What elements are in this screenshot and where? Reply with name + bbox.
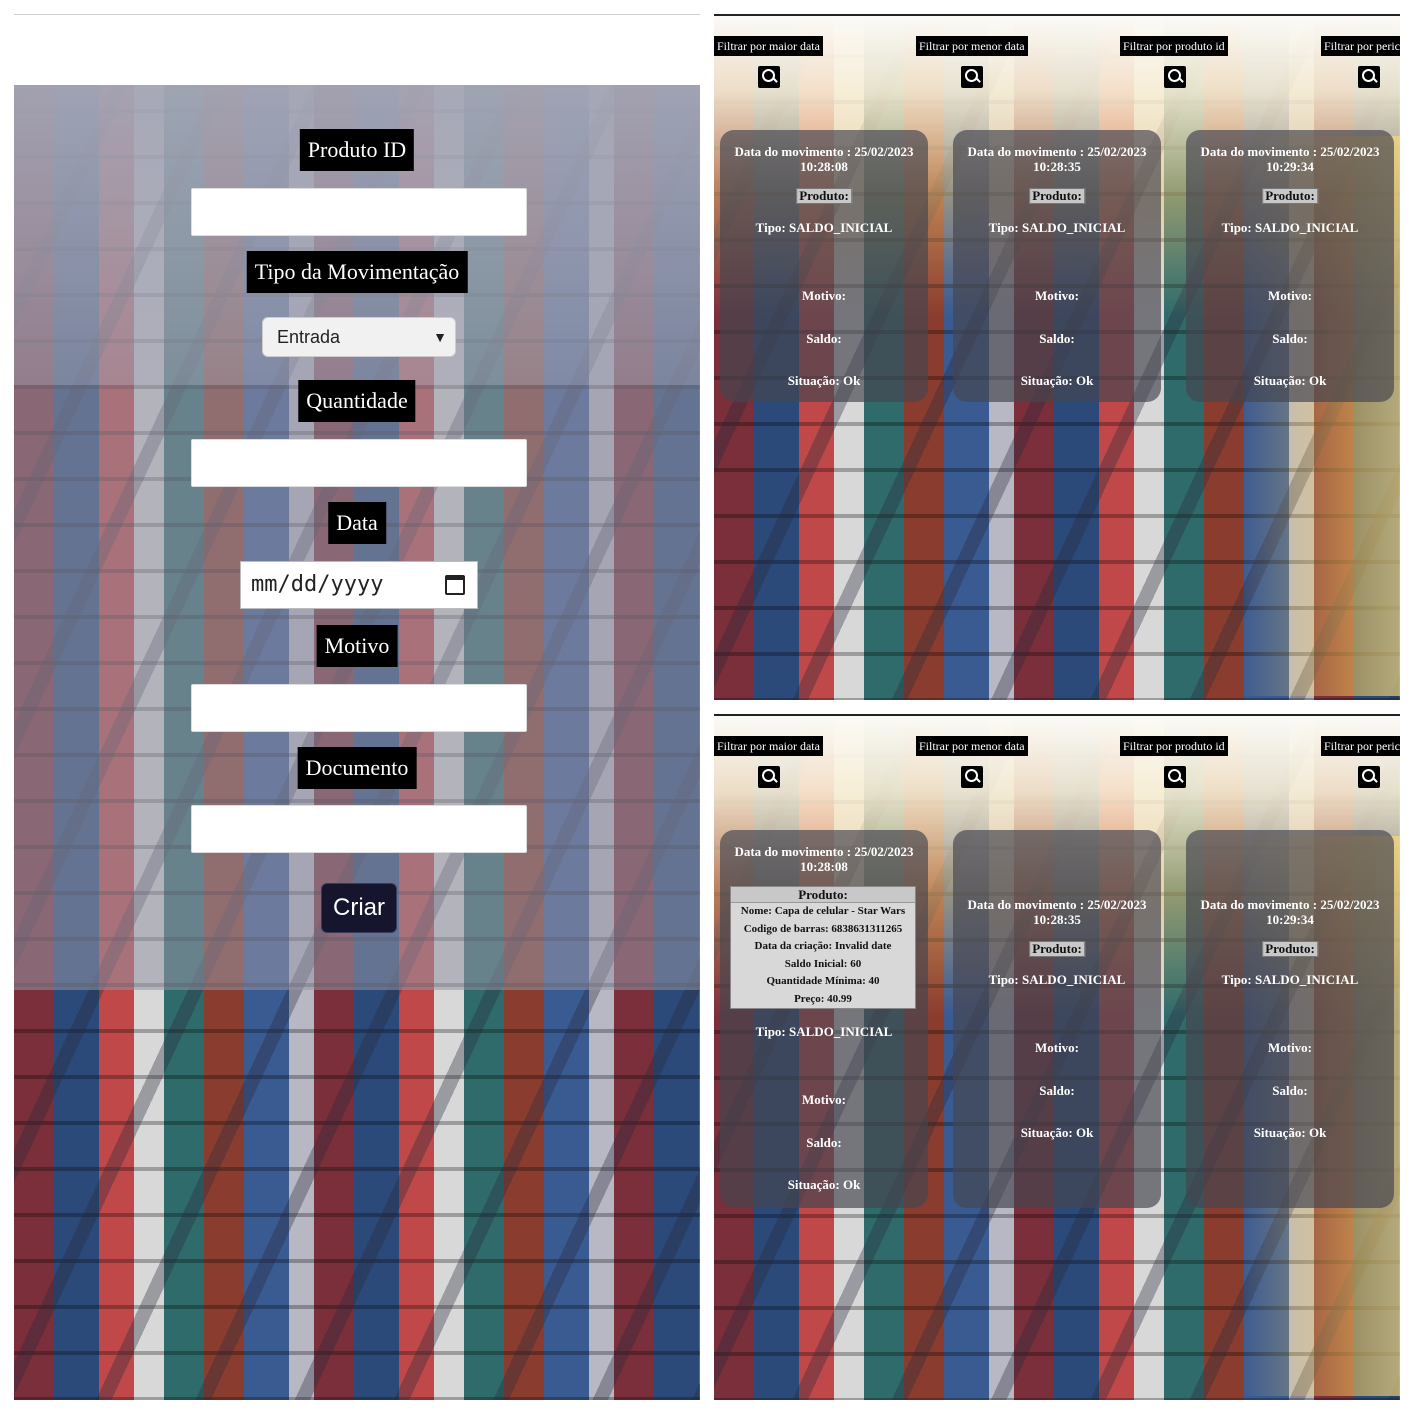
card-situacao: Situação: Ok <box>1020 373 1094 388</box>
card-motivo: Motivo: <box>1034 288 1080 303</box>
card-date: Data do movimento : 25/02/2023 <box>734 844 914 859</box>
produto-data-criacao: Data da criação: Invalid date <box>754 940 892 952</box>
card-date: Data do movimento : 25/02/2023 <box>967 897 1147 912</box>
quantidade-input[interactable] <box>191 439 527 487</box>
card-time: 10:29:34 <box>1266 912 1314 927</box>
produto-id-input[interactable] <box>191 188 527 236</box>
search-icon[interactable] <box>758 766 780 788</box>
movement-card-expanded: Data do movimento : 25/02/2023 10:28:08 … <box>720 830 928 1208</box>
criar-button[interactable]: Criar <box>321 883 397 933</box>
card-motivo: Motivo: <box>801 1092 847 1107</box>
search-icon[interactable] <box>1358 766 1380 788</box>
filter-produto-id-label: Filtrar por produto id <box>1120 36 1228 56</box>
movement-card: Data do movimento : 25/02/2023 10:29:34 … <box>1186 130 1394 402</box>
produto-toggle-button[interactable]: Produto: <box>1029 188 1085 204</box>
movement-card: Data do movimento : 25/02/2023 10:28:08 … <box>720 130 928 402</box>
data-label: Data <box>328 502 386 544</box>
card-saldo: Saldo: <box>1039 1083 1075 1098</box>
card-saldo: Saldo: <box>1039 331 1075 346</box>
card-saldo: Saldo: <box>1272 1083 1308 1098</box>
card-date: Data do movimento : 25/02/2023 <box>967 144 1147 159</box>
card-date: Data do movimento : 25/02/2023 <box>1200 897 1380 912</box>
produto-codigo-barras: Codigo de barras: 6838631311265 <box>743 922 903 935</box>
filter-menor-data-label: Filtrar por menor data <box>916 736 1028 756</box>
card-tipo: Tipo: SALDO_INICIAL <box>1221 972 1359 987</box>
documento-label: Documento <box>297 747 417 789</box>
chevron-down-icon: ▼ <box>433 329 447 345</box>
search-icon[interactable] <box>961 66 983 88</box>
search-icon[interactable] <box>1164 66 1186 88</box>
card-time: 10:29:34 <box>1266 159 1314 174</box>
produto-toggle-button[interactable]: Produto: <box>1262 188 1318 204</box>
tipo-selected-value: Entrada <box>277 327 341 347</box>
card-time: 10:28:35 <box>1033 159 1081 174</box>
produto-toggle-button[interactable]: Produto: <box>1262 941 1318 957</box>
filter-menor-data-label: Filtrar por menor data <box>916 36 1028 56</box>
motivo-label: Motivo <box>316 625 398 667</box>
card-situacao: Situação: Ok <box>787 1177 861 1192</box>
search-icon[interactable] <box>1164 766 1186 788</box>
motivo-input[interactable] <box>191 684 527 732</box>
card-date: Data do movimento : 25/02/2023 <box>1200 144 1380 159</box>
card-saldo: Saldo: <box>1272 331 1308 346</box>
filter-maior-data-label: Filtrar por maior data <box>714 736 823 756</box>
card-motivo: Motivo: <box>1267 288 1313 303</box>
filter-bar: Filtrar por maior data Filtrar por menor… <box>714 716 1400 816</box>
search-icon[interactable] <box>758 66 780 88</box>
quantidade-label: Quantidade <box>298 380 416 422</box>
card-time: 10:28:08 <box>800 859 848 874</box>
card-saldo: Saldo: <box>806 331 842 346</box>
card-time: 10:28:35 <box>1033 912 1081 927</box>
filter-maior-data-label: Filtrar por maior data <box>714 36 823 56</box>
card-situacao: Situação: Ok <box>1253 373 1327 388</box>
movement-card: Data do movimento : 25/02/2023 10:29:34 … <box>1186 830 1394 1208</box>
search-icon[interactable] <box>961 766 983 788</box>
card-tipo: Tipo: SALDO_INICIAL <box>755 1024 893 1039</box>
movement-form: Produto ID Tipo da Movimentação Entrada … <box>14 15 700 1015</box>
data-placeholder: mm/dd/yyyy <box>251 572 384 597</box>
produto-toggle-button[interactable]: Produto: <box>731 887 915 903</box>
card-motivo: Motivo: <box>1034 1040 1080 1055</box>
produto-toggle-button[interactable]: Produto: <box>796 188 852 204</box>
filter-bar: Filtrar por maior data Filtrar por menor… <box>714 16 1400 116</box>
produto-quantidade-minima: Quantidade Mínima: 40 <box>766 975 880 987</box>
card-saldo: Saldo: <box>806 1135 842 1150</box>
movement-list-panel-collapsed: Filtrar por maior data Filtrar por menor… <box>714 14 1400 700</box>
produto-nome: Nome: Capa de celular - Star Wars <box>740 905 906 917</box>
tipo-movimentacao-select[interactable]: Entrada ▼ <box>262 317 456 357</box>
produto-saldo-inicial: Saldo Inicial: 60 <box>784 957 862 970</box>
card-motivo: Motivo: <box>801 288 847 303</box>
data-input[interactable]: mm/dd/yyyy <box>240 561 478 609</box>
filter-periodo-label: Filtrar por peric <box>1321 36 1400 56</box>
card-situacao: Situação: Ok <box>1020 1125 1094 1140</box>
filter-periodo-label: Filtrar por peric <box>1321 736 1400 756</box>
produto-toggle-button[interactable]: Produto: <box>1029 941 1085 957</box>
card-tipo: Tipo: SALDO_INICIAL <box>755 220 893 235</box>
card-tipo: Tipo: SALDO_INICIAL <box>988 972 1126 987</box>
documento-input[interactable] <box>191 805 527 853</box>
card-situacao: Situação: Ok <box>1253 1125 1327 1140</box>
tipo-movimentacao-label: Tipo da Movimentação <box>246 251 468 293</box>
movement-card: Data do movimento : 25/02/2023 10:28:35 … <box>953 130 1161 402</box>
produto-id-label: Produto ID <box>299 129 415 171</box>
filter-produto-id-label: Filtrar por produto id <box>1120 736 1228 756</box>
produto-preco: Preço: 40.99 <box>794 992 852 1005</box>
movement-list-panel-expanded: Filtrar por maior data Filtrar por menor… <box>714 714 1400 1400</box>
card-tipo: Tipo: SALDO_INICIAL <box>988 220 1126 235</box>
card-time: 10:28:08 <box>800 159 848 174</box>
movement-form-panel: Produto ID Tipo da Movimentação Entrada … <box>14 14 700 1400</box>
calendar-icon[interactable] <box>445 575 465 595</box>
card-situacao: Situação: Ok <box>787 373 861 388</box>
produto-details-box: Produto: Nome: Capa de celular - Star Wa… <box>730 886 916 1009</box>
card-date: Data do movimento : 25/02/2023 <box>734 144 914 159</box>
movement-card: Data do movimento : 25/02/2023 10:28:35 … <box>953 830 1161 1208</box>
search-icon[interactable] <box>1358 66 1380 88</box>
card-tipo: Tipo: SALDO_INICIAL <box>1221 220 1359 235</box>
card-motivo: Motivo: <box>1267 1040 1313 1055</box>
